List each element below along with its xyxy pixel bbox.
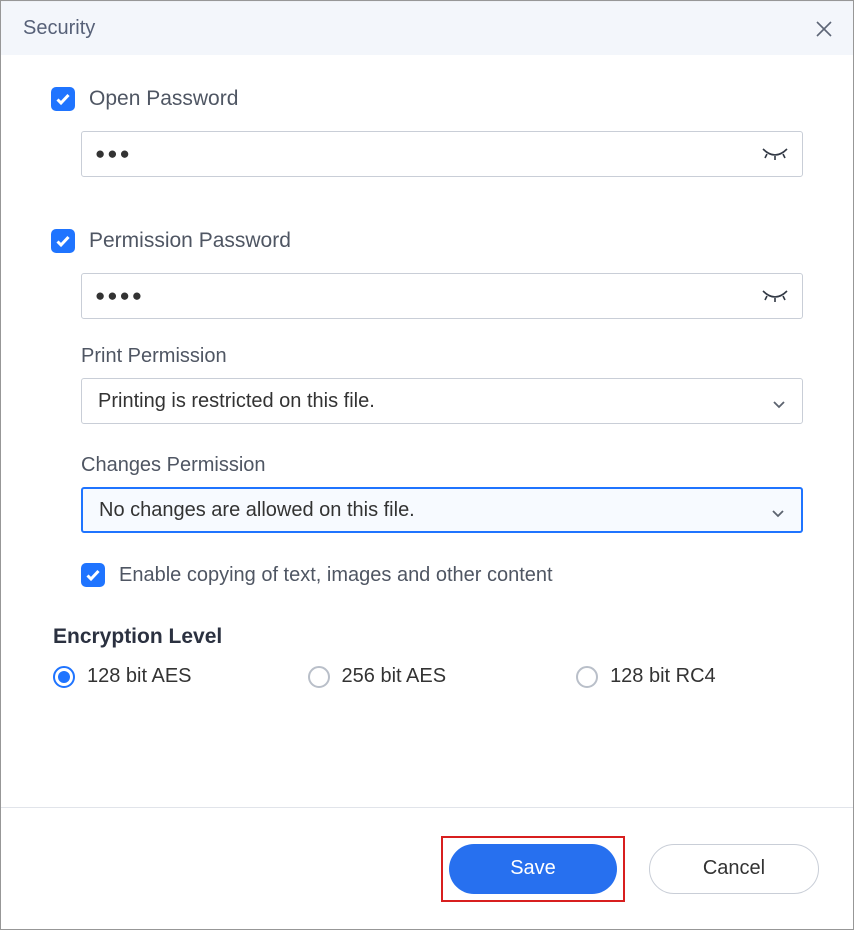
permission-password-checkbox[interactable] <box>51 229 75 253</box>
radio-label-aes256: 256 bit AES <box>342 665 447 688</box>
encryption-title: Encryption Level <box>53 625 803 649</box>
changes-permission-section: Changes Permission No changes are allowe… <box>81 454 803 533</box>
open-password-checkbox[interactable] <box>51 87 75 111</box>
print-permission-value: Printing is restricted on this file. <box>98 390 375 413</box>
print-permission-label: Print Permission <box>81 345 803 368</box>
radio-icon <box>308 666 330 688</box>
open-password-row: Open Password <box>51 87 803 111</box>
open-password-label: Open Password <box>89 87 238 111</box>
changes-permission-label: Changes Permission <box>81 454 803 477</box>
print-permission-select[interactable]: Printing is restricted on this file. <box>81 378 803 424</box>
open-password-field-wrap: ●●● <box>81 131 803 177</box>
changes-permission-value: No changes are allowed on this file. <box>99 499 415 522</box>
save-highlight: Save <box>441 836 625 902</box>
encryption-options: 128 bit AES 256 bit AES 128 bit RC4 <box>53 665 803 688</box>
radio-aes128[interactable]: 128 bit AES <box>53 665 192 688</box>
security-dialog: Security Open Password ●●● Permission Pa… <box>0 0 854 930</box>
permission-password-label: Permission Password <box>89 229 291 253</box>
eye-closed-icon[interactable] <box>761 289 789 303</box>
radio-label-aes128: 128 bit AES <box>87 665 192 688</box>
radio-icon <box>576 666 598 688</box>
permission-password-field-wrap: ●●●● <box>81 273 803 319</box>
dialog-title: Security <box>23 17 95 40</box>
titlebar: Security <box>1 1 853 55</box>
close-icon[interactable] <box>813 18 835 40</box>
cancel-button[interactable]: Cancel <box>649 844 819 894</box>
radio-icon <box>53 666 75 688</box>
chevron-down-icon <box>772 394 786 408</box>
enable-copy-row: Enable copying of text, images and other… <box>81 563 803 587</box>
changes-permission-select[interactable]: No changes are allowed on this file. <box>81 487 803 533</box>
permission-password-row: Permission Password <box>51 229 803 253</box>
chevron-down-icon <box>771 503 785 517</box>
permission-password-input[interactable] <box>81 273 803 319</box>
print-permission-section: Print Permission Printing is restricted … <box>81 345 803 424</box>
enable-copy-label: Enable copying of text, images and other… <box>119 564 553 587</box>
save-button[interactable]: Save <box>449 844 617 894</box>
enable-copy-checkbox[interactable] <box>81 563 105 587</box>
eye-closed-icon[interactable] <box>761 147 789 161</box>
radio-rc4128[interactable]: 128 bit RC4 <box>576 665 716 688</box>
radio-label-rc4128: 128 bit RC4 <box>610 665 716 688</box>
dialog-footer: Save Cancel <box>1 807 853 929</box>
radio-aes256[interactable]: 256 bit AES <box>308 665 447 688</box>
open-password-input[interactable] <box>81 131 803 177</box>
dialog-content: Open Password ●●● Permission Password ●●… <box>1 55 853 807</box>
